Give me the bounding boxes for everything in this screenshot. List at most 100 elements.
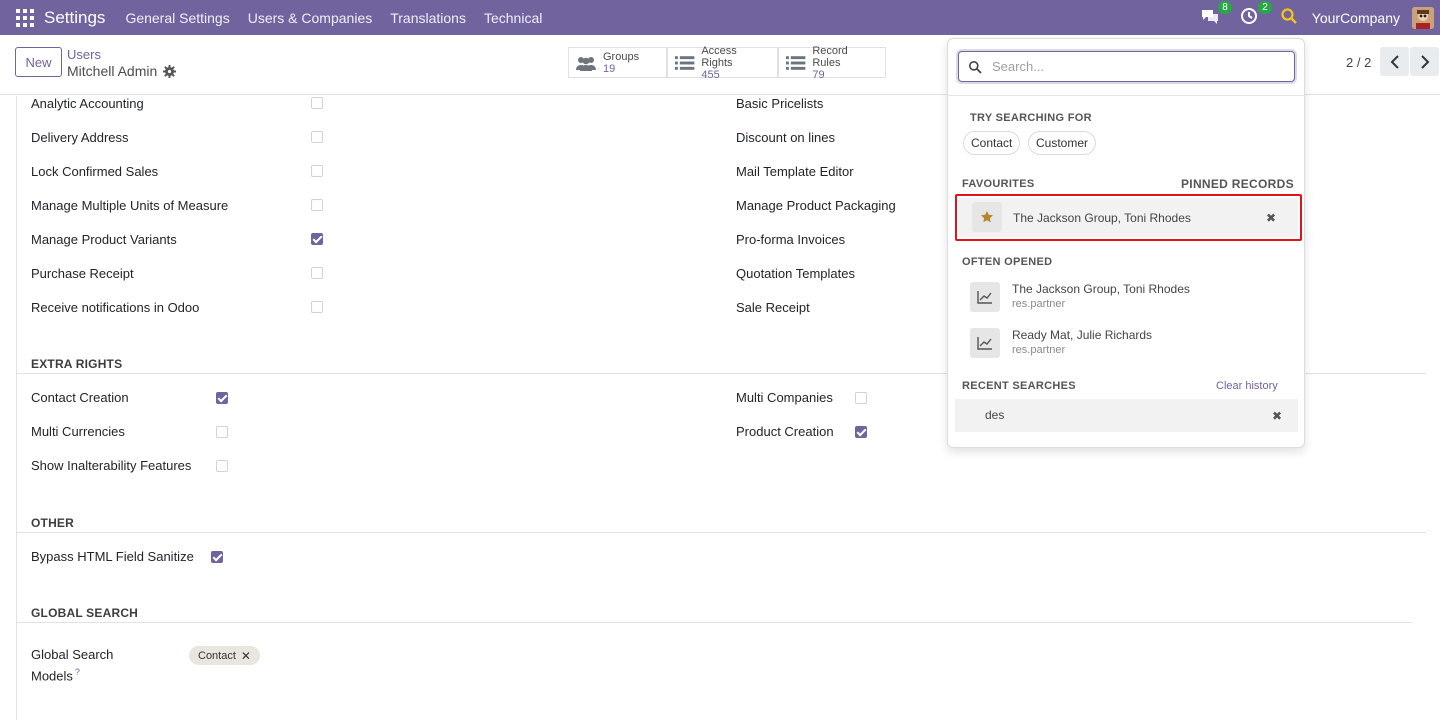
access-rights-count: 455: [701, 68, 720, 81]
search-icon: [969, 60, 982, 74]
pinned-records-label: PINNED RECORDS: [1181, 177, 1294, 191]
activities-badge: 2: [1258, 0, 1272, 14]
setting-label: Delivery Address: [31, 130, 129, 145]
record-rules-button[interactable]: Record Rules 79: [778, 44, 886, 81]
search-icon[interactable]: [1280, 7, 1302, 29]
setting-checkbox[interactable]: [311, 131, 323, 143]
chart-line-icon: [970, 328, 1000, 358]
field-label: Models?: [31, 667, 80, 684]
try-searching-label: TRY SEARCHING FOR: [970, 112, 1092, 124]
clear-history-link[interactable]: Clear history: [1216, 380, 1278, 392]
section-title-global-search: GLOBAL SEARCH: [31, 606, 139, 620]
setting-label: Purchase Receipt: [31, 266, 134, 281]
setting-label: Product Creation: [736, 424, 834, 439]
section-title-extra-rights: EXTRA RIGHTS: [31, 357, 123, 371]
setting-label: Bypass HTML Field Sanitize: [31, 549, 194, 564]
setting-label: Multi Companies: [736, 390, 833, 405]
pager-next-button[interactable]: [1410, 47, 1439, 76]
smart-buttons: Groups 19 Access Rights 455 Record Rules 79: [568, 44, 886, 81]
suggestion-chip-customer[interactable]: Customer: [1028, 131, 1097, 155]
panel-divider: [948, 95, 1304, 96]
often-opened-label: OFTEN OPENED: [962, 256, 1053, 268]
setting-label: Multi Currencies: [31, 424, 125, 439]
setting-label: Contact Creation: [31, 390, 129, 405]
help-tooltip-icon[interactable]: ?: [75, 667, 80, 677]
often-opened-model: res.partner: [1012, 344, 1066, 356]
setting-label: Mail Template Editor: [736, 164, 854, 179]
record-rules-count: 79: [812, 68, 825, 81]
apps-menu-icon[interactable]: [16, 8, 34, 27]
setting-label: Basic Pricelists: [736, 96, 824, 111]
global-search-panel: TRY SEARCHING FOR Contact Customer FAVOU…: [947, 38, 1305, 448]
setting-label: Pro-forma Invoices: [736, 232, 846, 247]
groups-button[interactable]: Groups 19: [568, 47, 667, 78]
access-rights-label: Access Rights: [701, 44, 737, 69]
messages-badge: 8: [1218, 0, 1232, 14]
chevron-right-icon: [1420, 54, 1429, 69]
access-rights-button[interactable]: Access Rights 455: [667, 44, 778, 81]
section-divider: [16, 532, 1426, 533]
list-icon: [674, 55, 695, 70]
company-switcher[interactable]: YourCompany: [1312, 10, 1400, 26]
suggestion-chip-contact[interactable]: Contact: [963, 131, 1021, 155]
setting-checkbox[interactable]: [855, 426, 867, 438]
remove-favourite-icon[interactable]: ✖: [1266, 211, 1276, 225]
search-box: [958, 51, 1295, 82]
section-title-other: OTHER: [31, 516, 74, 530]
setting-label: Lock Confirmed Sales: [31, 164, 159, 179]
users-icon: [576, 56, 596, 71]
often-opened-title: The Jackson Group, Toni Rhodes: [1012, 282, 1190, 296]
list-icon: [785, 55, 806, 70]
menu-general-settings[interactable]: General Settings: [125, 10, 229, 26]
messages-icon[interactable]: 8: [1200, 0, 1232, 29]
setting-label: Discount on lines: [736, 130, 835, 145]
favourite-item-title: The Jackson Group, Toni Rhodes: [1013, 211, 1191, 225]
favourites-label: FAVOURITES: [962, 178, 1035, 190]
favourite-item[interactable]: The Jackson Group, Toni Rhodes ✖: [955, 194, 1302, 241]
model-tag: Contact ✕: [189, 646, 260, 665]
setting-checkbox[interactable]: [211, 551, 223, 563]
setting-checkbox[interactable]: [311, 301, 323, 313]
tag-label: Contact: [198, 649, 236, 662]
recent-searches-label: RECENT SEARCHES: [962, 380, 1076, 392]
setting-checkbox[interactable]: [855, 392, 867, 404]
remove-recent-icon[interactable]: ✖: [1272, 409, 1282, 423]
remove-tag-icon[interactable]: ✕: [241, 649, 251, 663]
record-name: Mitchell Admin: [67, 63, 158, 79]
section-divider: [16, 622, 1412, 623]
gear-icon[interactable]: [163, 64, 177, 78]
setting-checkbox[interactable]: [311, 233, 323, 245]
setting-label: Analytic Accounting: [31, 96, 144, 111]
chevron-left-icon: [1390, 54, 1399, 69]
often-opened-model: res.partner: [1012, 298, 1066, 310]
setting-checkbox[interactable]: [311, 165, 323, 177]
setting-label: Manage Multiple Units of Measure: [31, 198, 229, 213]
groups-count: 19: [603, 62, 616, 75]
setting-checkbox[interactable]: [311, 97, 323, 109]
setting-checkbox[interactable]: [216, 392, 228, 404]
setting-label: Manage Product Variants: [31, 232, 177, 247]
search-input[interactable]: [992, 59, 1272, 74]
setting-checkbox[interactable]: [216, 426, 228, 438]
pager-value[interactable]: 2 / 2: [1346, 55, 1371, 70]
often-opened-title: Ready Mat, Julie Richards: [1012, 328, 1153, 342]
new-button[interactable]: New: [15, 47, 62, 77]
recent-search-item[interactable]: des ✖: [955, 399, 1298, 432]
app-name[interactable]: Settings: [44, 8, 105, 28]
user-avatar[interactable]: [1412, 6, 1434, 29]
setting-checkbox[interactable]: [311, 267, 323, 279]
setting-label: Receive notifications in Odoo: [31, 300, 200, 315]
setting-checkbox[interactable]: [311, 199, 323, 211]
menu-technical[interactable]: Technical: [484, 10, 542, 26]
breadcrumb-users[interactable]: Users: [67, 47, 101, 62]
activities-clock-icon[interactable]: 2: [1240, 0, 1272, 29]
setting-label: Sale Receipt: [736, 300, 810, 315]
menu-translations[interactable]: Translations: [390, 10, 466, 26]
setting-label: Quotation Templates: [736, 266, 855, 281]
record-rules-label: Record Rules: [812, 44, 848, 69]
setting-label: Show Inalterability Features: [31, 458, 192, 473]
pager-previous-button[interactable]: [1380, 47, 1409, 76]
menu-users-companies[interactable]: Users & Companies: [248, 10, 373, 26]
setting-checkbox[interactable]: [216, 460, 228, 472]
breadcrumb-current: Mitchell Admin: [67, 63, 177, 79]
